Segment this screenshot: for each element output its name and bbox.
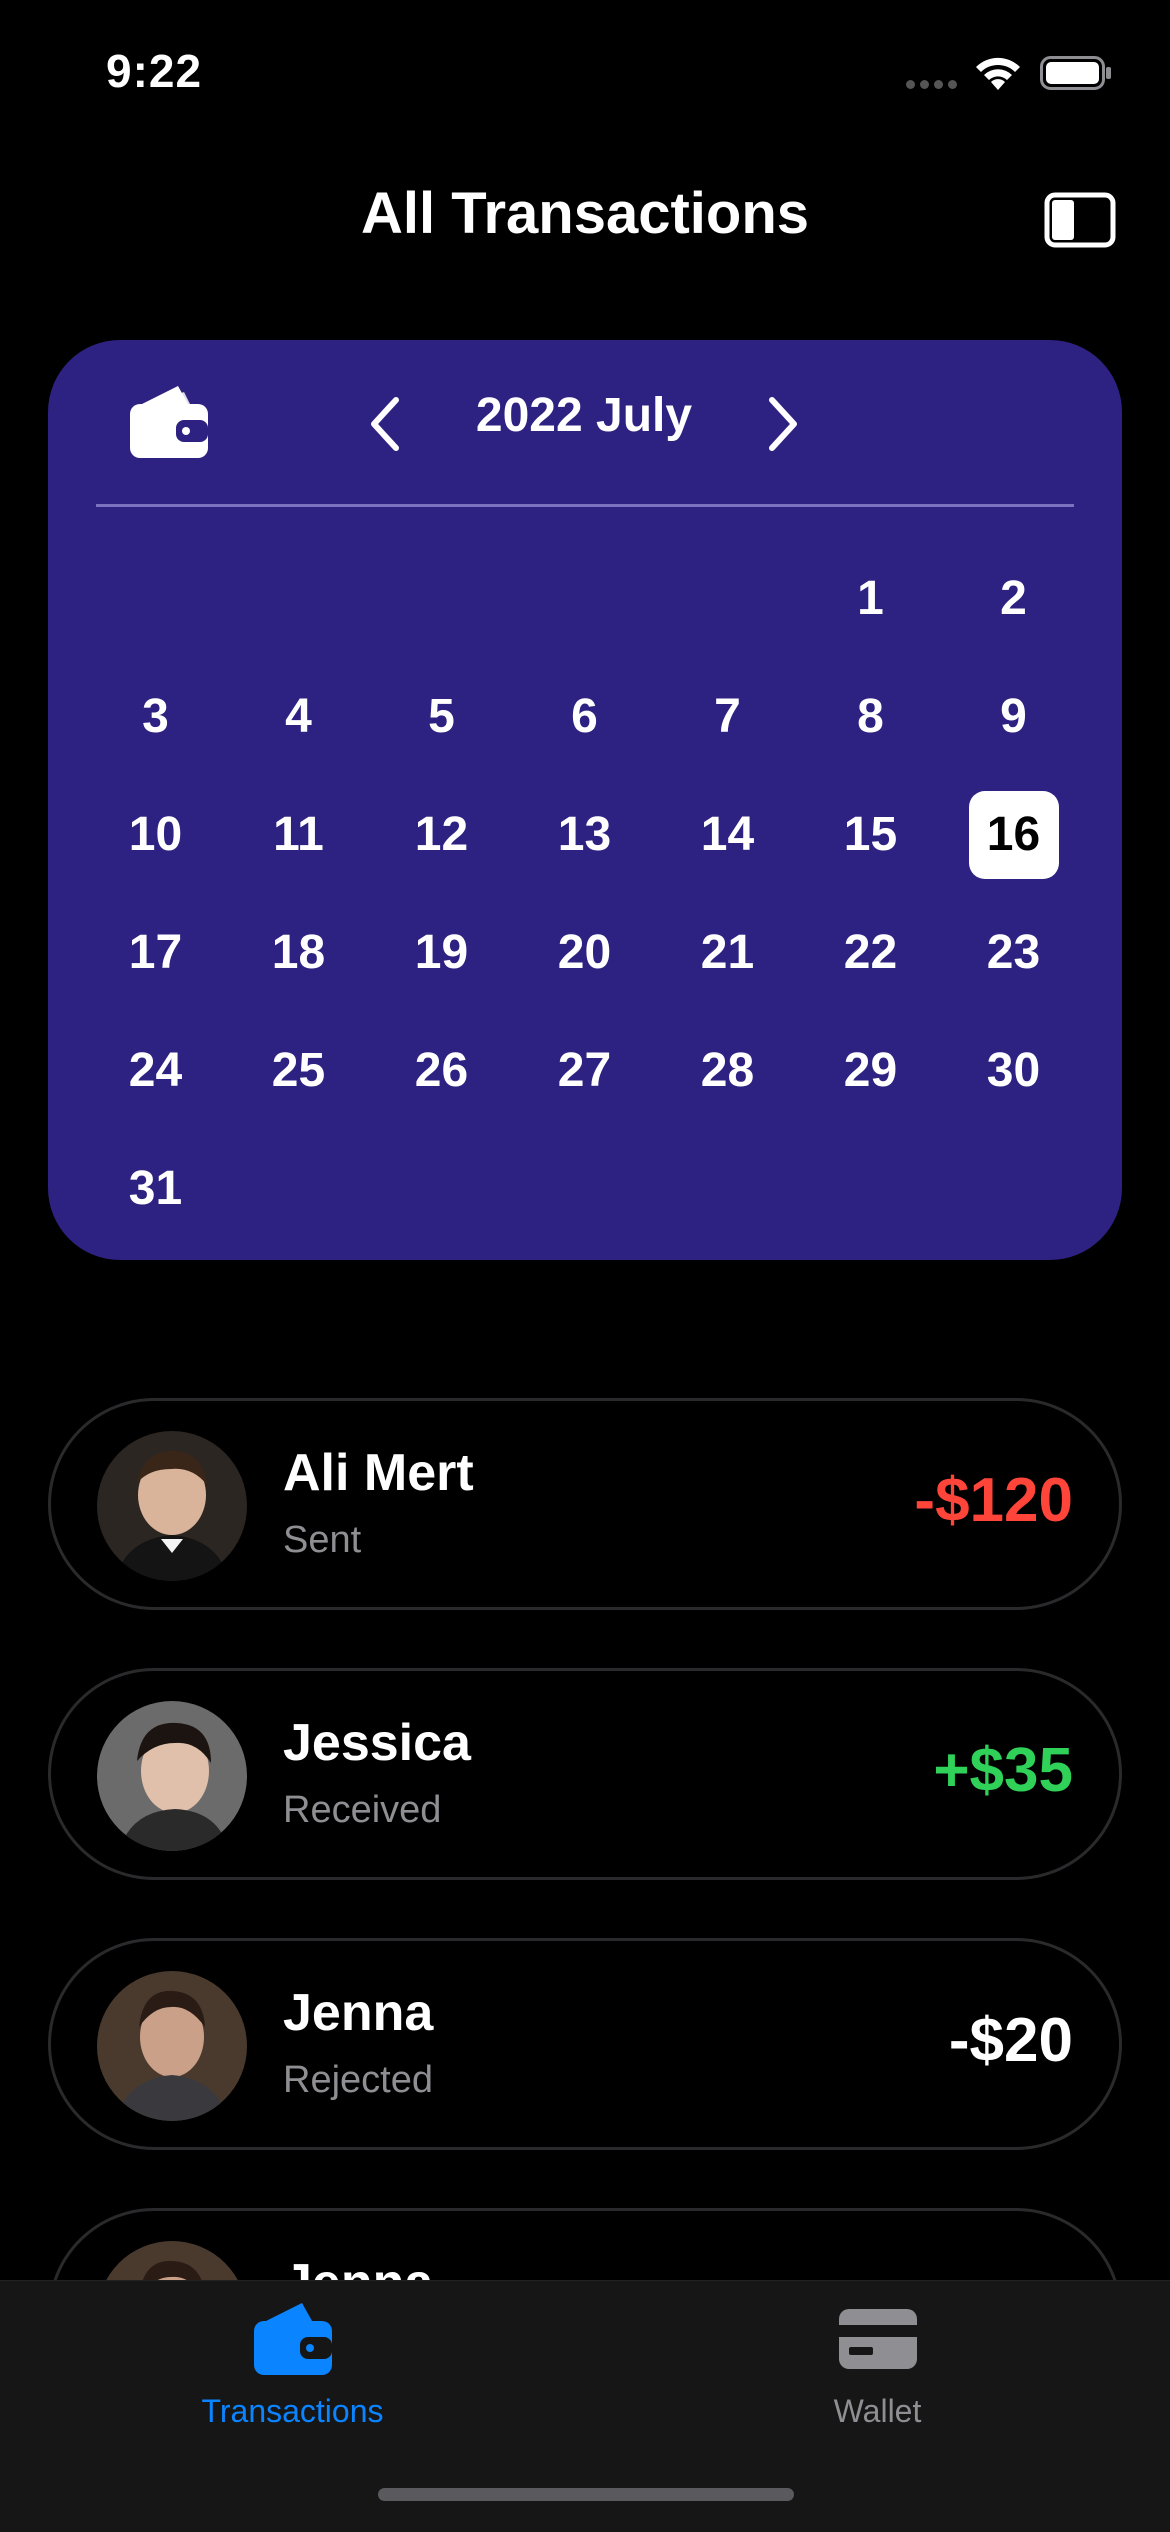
day-label: 8 bbox=[857, 690, 884, 743]
transaction-name: Jessica bbox=[283, 1714, 471, 1772]
day-label: 31 bbox=[128, 1162, 183, 1215]
avatar bbox=[97, 1971, 247, 2121]
calendar-day[interactable]: 25 bbox=[227, 1012, 370, 1130]
day-label: 30 bbox=[986, 1044, 1041, 1097]
calendar-day[interactable]: 3 bbox=[84, 658, 227, 776]
calendar-divider bbox=[96, 504, 1074, 507]
battery-icon bbox=[1040, 56, 1111, 90]
day-label: 14 bbox=[700, 808, 755, 861]
day-label: 3 bbox=[142, 690, 169, 743]
calendar-day[interactable]: 6 bbox=[513, 658, 656, 776]
calendar-day[interactable]: 22 bbox=[799, 894, 942, 1012]
calendar-day[interactable]: 24 bbox=[84, 1012, 227, 1130]
transaction-row[interactable]: Jenna Rejected -$20 bbox=[48, 1938, 1122, 2150]
calendar-day[interactable]: 8 bbox=[799, 658, 942, 776]
day-label: 29 bbox=[843, 1044, 898, 1097]
tab-label: Transactions bbox=[201, 2393, 384, 2429]
calendar-day[interactable]: 9 bbox=[942, 658, 1085, 776]
day-label: 9 bbox=[1000, 690, 1027, 743]
calendar-day[interactable]: 18 bbox=[227, 894, 370, 1012]
calendar-day[interactable]: 30 bbox=[942, 1012, 1085, 1130]
day-label: 1 bbox=[857, 572, 884, 625]
wallet-icon bbox=[253, 2303, 332, 2375]
transaction-status: Received bbox=[283, 1789, 442, 1831]
day-label: 18 bbox=[271, 926, 326, 979]
tab-transactions[interactable]: Transactions bbox=[0, 2281, 585, 2481]
card-icon bbox=[838, 2309, 917, 2369]
day-label: 19 bbox=[414, 926, 469, 979]
day-label: 7 bbox=[714, 690, 741, 743]
day-label: 27 bbox=[557, 1044, 612, 1097]
day-label: 23 bbox=[986, 926, 1041, 979]
chevron-right-icon[interactable] bbox=[756, 392, 808, 456]
calendar-day[interactable]: 5 bbox=[370, 658, 513, 776]
calendar-day[interactable]: 11 bbox=[227, 776, 370, 894]
calendar-day[interactable]: 2 bbox=[942, 540, 1085, 658]
avatar bbox=[97, 1431, 247, 1581]
tab-label: Wallet bbox=[833, 2393, 922, 2429]
wallet-icon[interactable] bbox=[128, 384, 210, 460]
day-label: 24 bbox=[128, 1044, 183, 1097]
sidebar-toggle-icon[interactable] bbox=[1044, 192, 1116, 248]
chevron-left-icon[interactable] bbox=[360, 392, 412, 456]
day-label: 20 bbox=[557, 926, 612, 979]
day-label: 17 bbox=[128, 926, 183, 979]
day-label: 25 bbox=[271, 1044, 326, 1097]
transaction-amount: -$20 bbox=[948, 2006, 1073, 2075]
calendar-day[interactable]: 31 bbox=[84, 1130, 227, 1248]
day-label: 26 bbox=[414, 1044, 469, 1097]
day-label: 5 bbox=[428, 690, 455, 743]
calendar-day[interactable]: 19 bbox=[370, 894, 513, 1012]
month-label: 2022 July bbox=[475, 389, 693, 442]
calendar-day[interactable]: 10 bbox=[84, 776, 227, 894]
status-bar: 9:22 bbox=[0, 0, 1170, 150]
status-time: 9:22 bbox=[106, 45, 203, 97]
selected-day-label: 16 bbox=[968, 791, 1059, 879]
day-label: 6 bbox=[571, 690, 598, 743]
day-label: 4 bbox=[285, 690, 312, 743]
transaction-status: Rejected bbox=[283, 2059, 433, 2101]
calendar-day[interactable]: 29 bbox=[799, 1012, 942, 1130]
calendar-day[interactable]: 28 bbox=[656, 1012, 799, 1130]
calendar-day[interactable]: 21 bbox=[656, 894, 799, 1012]
day-label: 2 bbox=[1000, 572, 1027, 625]
day-label: 13 bbox=[557, 808, 612, 861]
transaction-name: Ali Mert bbox=[283, 1444, 474, 1502]
avatar bbox=[97, 1701, 247, 1851]
calendar-day[interactable]: 27 bbox=[513, 1012, 656, 1130]
day-label: 15 bbox=[843, 808, 898, 861]
calendar-day[interactable]: 16 bbox=[942, 776, 1085, 894]
tab-wallet[interactable]: Wallet bbox=[585, 2281, 1170, 2481]
calendar-day[interactable]: 13 bbox=[513, 776, 656, 894]
calendar-day[interactable]: 14 bbox=[656, 776, 799, 894]
calendar-day[interactable]: 20 bbox=[513, 894, 656, 1012]
calendar-day[interactable]: 7 bbox=[656, 658, 799, 776]
page-title: All Transactions bbox=[360, 181, 810, 246]
day-label: 21 bbox=[700, 926, 755, 979]
calendar-day[interactable]: 15 bbox=[799, 776, 942, 894]
calendar-day[interactable]: 4 bbox=[227, 658, 370, 776]
cellular-signal-icon bbox=[906, 80, 958, 90]
transaction-name: Jenna bbox=[283, 1984, 434, 2042]
calendar-day[interactable]: 17 bbox=[84, 894, 227, 1012]
day-label: 10 bbox=[128, 808, 183, 861]
day-label: 11 bbox=[273, 808, 324, 861]
day-label: 22 bbox=[843, 926, 898, 979]
wifi-icon bbox=[976, 57, 1020, 90]
calendar-day[interactable]: 26 bbox=[370, 1012, 513, 1130]
day-label: 28 bbox=[700, 1044, 755, 1097]
transaction-amount: +$35 bbox=[933, 1736, 1073, 1805]
calendar-card: 2022 July 1 2 3 4 5 6 7 8 9 10 11 12 13 14 15 16 17 18 19 2… bbox=[48, 340, 1122, 1260]
calendar-day[interactable]: 23 bbox=[942, 894, 1085, 1012]
transaction-status: Sent bbox=[283, 1519, 362, 1561]
calendar-day[interactable]: 12 bbox=[370, 776, 513, 894]
transaction-amount: -$120 bbox=[914, 1466, 1073, 1535]
home-indicator bbox=[378, 2488, 794, 2501]
transaction-row[interactable]: Ali Mert Sent -$120 bbox=[48, 1398, 1122, 1610]
day-label: 12 bbox=[414, 808, 469, 861]
calendar-day[interactable]: 1 bbox=[799, 540, 942, 658]
transaction-row[interactable]: Jessica Received +$35 bbox=[48, 1668, 1122, 1880]
